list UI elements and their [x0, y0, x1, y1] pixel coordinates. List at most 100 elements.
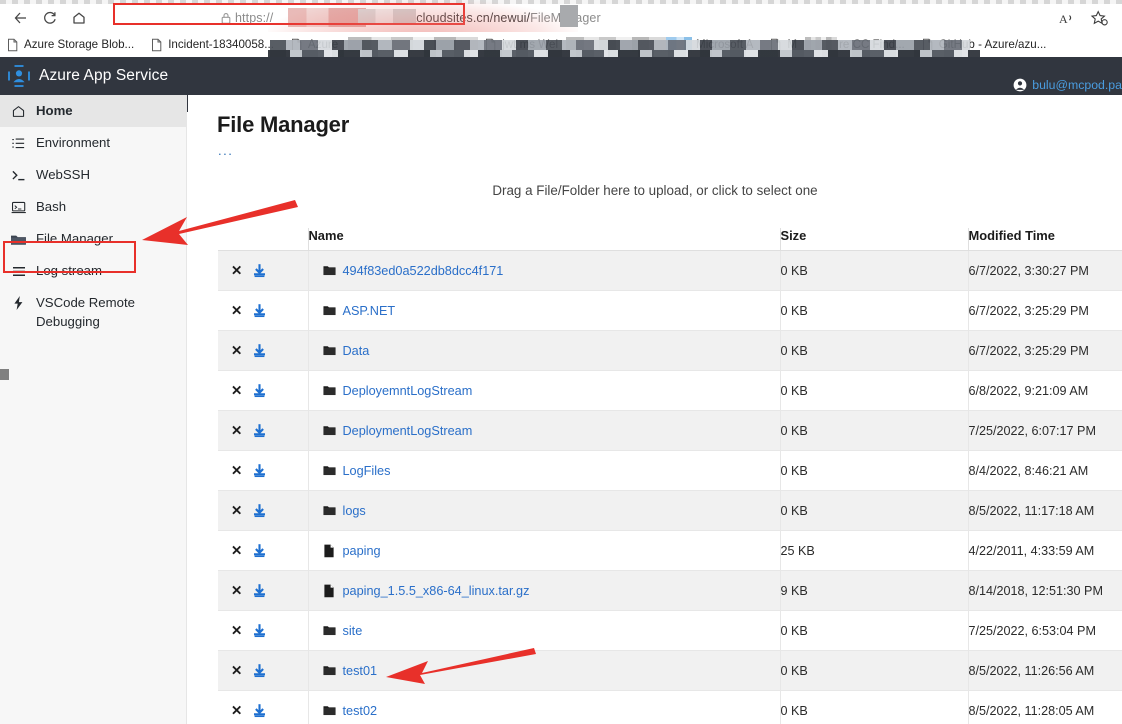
row-actions-cell: ✕ — [218, 531, 308, 571]
sidebar-item-file-manager[interactable]: File Manager — [0, 223, 186, 255]
file-name-link[interactable]: site — [343, 624, 363, 638]
table-row[interactable]: ✕LogFiles0 KB8/4/2022, 8:46:21 AM — [218, 451, 1122, 491]
column-header-name[interactable]: Name — [308, 228, 780, 251]
azure-app-service-icon — [8, 65, 30, 87]
bookmark-item[interactable]: Microsoft A — [692, 34, 761, 56]
page-icon — [290, 38, 303, 52]
column-header-modified-time[interactable]: Modified Time — [968, 228, 1122, 251]
download-icon[interactable] — [252, 663, 267, 678]
file-name-link[interactable]: test01 — [343, 664, 378, 678]
file-table-header: Name Size Modified Time — [218, 228, 1122, 251]
read-aloud-icon[interactable]: A — [1059, 11, 1076, 26]
file-name-link[interactable]: paping — [343, 544, 381, 558]
bookmark-item[interactable]: re CC Find... — [837, 34, 913, 56]
address-bar[interactable]: https:// scm.chinacloudsites.cn/newui/Fi… — [103, 6, 1045, 30]
delete-button[interactable]: ✕ — [231, 544, 242, 558]
table-row[interactable]: ✕ASP.NET0 KB6/7/2022, 3:25:29 PM — [218, 291, 1122, 331]
table-row[interactable]: ✕DeploymentLogStream0 KB7/25/2022, 6:07:… — [218, 411, 1122, 451]
file-name-cell: test02 — [308, 691, 780, 724]
bookmark-item[interactable]: jwt ms Wel — [478, 34, 566, 56]
file-name-link[interactable]: paping_1.5.5_x86-64_linux.tar.gz — [343, 584, 530, 598]
bookmark-label: GitHub - Azure/azu... — [939, 38, 1047, 51]
download-icon[interactable] — [252, 303, 267, 318]
sidebar-item-label: Environment — [36, 127, 110, 159]
refresh-icon[interactable] — [37, 6, 63, 30]
column-header-size[interactable]: Size — [780, 228, 968, 251]
page-icon — [150, 38, 163, 52]
file-size-cell: 0 KB — [780, 651, 968, 691]
file-name-link[interactable]: DeployemntLogStream — [343, 384, 473, 398]
sidebar-item-environment[interactable]: Environment — [0, 127, 186, 159]
table-row[interactable]: ✕Data0 KB6/7/2022, 3:25:29 PM — [218, 331, 1122, 371]
file-name-link[interactable]: DeploymentLogStream — [343, 424, 473, 438]
download-icon[interactable] — [252, 343, 267, 358]
download-icon[interactable] — [252, 463, 267, 478]
file-size-value: 0 KB — [781, 264, 808, 278]
bookmark-item[interactable]: Azure Storage Blob... — [4, 34, 142, 56]
bookmark-item[interactable]: GitHub - Azure/azu... — [913, 34, 1055, 56]
file-name-cell: paping — [308, 531, 780, 571]
download-icon[interactable] — [252, 423, 267, 438]
file-name-link[interactable]: 494f83ed0a522db8dcc4f171 — [343, 264, 504, 278]
back-icon[interactable] — [8, 6, 34, 30]
download-icon[interactable] — [252, 543, 267, 558]
browser-toolbar-right: A — [1059, 10, 1114, 27]
row-actions-cell: ✕ — [218, 371, 308, 411]
sidebar-scroll-handle[interactable] — [0, 369, 9, 380]
table-row[interactable]: ✕paping_1.5.5_x86-64_linux.tar.gz9 KB8/1… — [218, 571, 1122, 611]
delete-button[interactable]: ✕ — [231, 464, 242, 478]
breadcrumb[interactable]: ... — [218, 147, 233, 155]
sidebar-item-log-stream[interactable]: Log stream — [0, 255, 186, 287]
table-row[interactable]: ✕ 494f83ed0a522db8dcc4f171 0 KB 6/7/2022, 3… — [218, 251, 1122, 291]
favorites-icon[interactable] — [1090, 10, 1108, 27]
home-icon[interactable] — [66, 6, 92, 30]
file-name-cell: site — [308, 611, 780, 651]
download-icon[interactable] — [252, 383, 267, 398]
file-modified-value: 6/7/2022, 3:30:27 PM — [969, 264, 1089, 278]
bookmark-label: M — [787, 38, 797, 51]
table-row[interactable]: ✕test020 KB8/5/2022, 11:28:05 AM — [218, 691, 1122, 724]
file-size-value: 0 KB — [781, 424, 808, 438]
sidebar: Home Environment WebSSH Bash File Manage… — [0, 95, 187, 724]
upload-dropzone[interactable]: Drag a File/Folder here to upload, or cl… — [188, 183, 1122, 198]
delete-button[interactable]: ✕ — [231, 664, 242, 678]
bookmark-item[interactable]: Azure — [282, 34, 346, 56]
file-name-link[interactable]: ASP.NET — [343, 304, 396, 318]
file-size-cell: 0 KB — [780, 451, 968, 491]
site-info-icon[interactable] — [217, 9, 235, 27]
delete-button[interactable]: ✕ — [231, 704, 242, 718]
table-header-row: Name Size Modified Time — [218, 228, 1122, 251]
delete-button[interactable]: ✕ — [231, 624, 242, 638]
delete-button[interactable]: ✕ — [231, 344, 242, 358]
file-name-link[interactable]: LogFiles — [343, 464, 391, 478]
sidebar-item-webssh[interactable]: WebSSH — [0, 159, 186, 191]
delete-button[interactable]: ✕ — [231, 424, 242, 438]
file-name-link[interactable]: Data — [343, 344, 370, 358]
delete-button[interactable]: ✕ — [231, 384, 242, 398]
file-name-link[interactable]: logs — [343, 504, 366, 518]
sidebar-item-bash[interactable]: Bash — [0, 191, 186, 223]
file-name-link[interactable]: test02 — [343, 704, 378, 718]
sidebar-item-home[interactable]: Home — [0, 95, 186, 127]
table-row[interactable]: ✕site0 KB7/25/2022, 6:53:04 PM — [218, 611, 1122, 651]
delete-button[interactable]: ✕ — [231, 304, 242, 318]
bookmark-item[interactable]: Incident-18340058... — [142, 34, 282, 56]
table-row[interactable]: ✕paping25 KB4/22/2011, 4:33:59 AM — [218, 531, 1122, 571]
delete-button[interactable]: ✕ — [231, 584, 242, 598]
download-icon[interactable] — [252, 623, 267, 638]
download-icon[interactable] — [252, 703, 267, 718]
sidebar-item-vscode-remote-debugging[interactable]: VSCode Remote Debugging — [0, 287, 186, 333]
delete-button[interactable]: ✕ — [231, 264, 242, 278]
download-icon[interactable] — [252, 263, 267, 278]
table-row[interactable]: ✕DeployemntLogStream0 KB6/8/2022, 9:21:0… — [218, 371, 1122, 411]
user-account[interactable]: bulu@mcpod.pa — [1013, 78, 1122, 92]
download-icon[interactable] — [252, 503, 267, 518]
bookmark-item[interactable]: M — [761, 34, 805, 56]
download-icon[interactable] — [252, 583, 267, 598]
delete-button[interactable]: ✕ — [231, 504, 242, 518]
file-modified-cell: 6/7/2022, 3:30:27 PM — [968, 251, 1122, 291]
folder-icon — [323, 344, 336, 358]
sidebar-item-label: WebSSH — [36, 159, 90, 191]
table-row[interactable]: ✕logs0 KB8/5/2022, 11:17:18 AM — [218, 491, 1122, 531]
table-row[interactable]: ✕test010 KB8/5/2022, 11:26:56 AM — [218, 651, 1122, 691]
